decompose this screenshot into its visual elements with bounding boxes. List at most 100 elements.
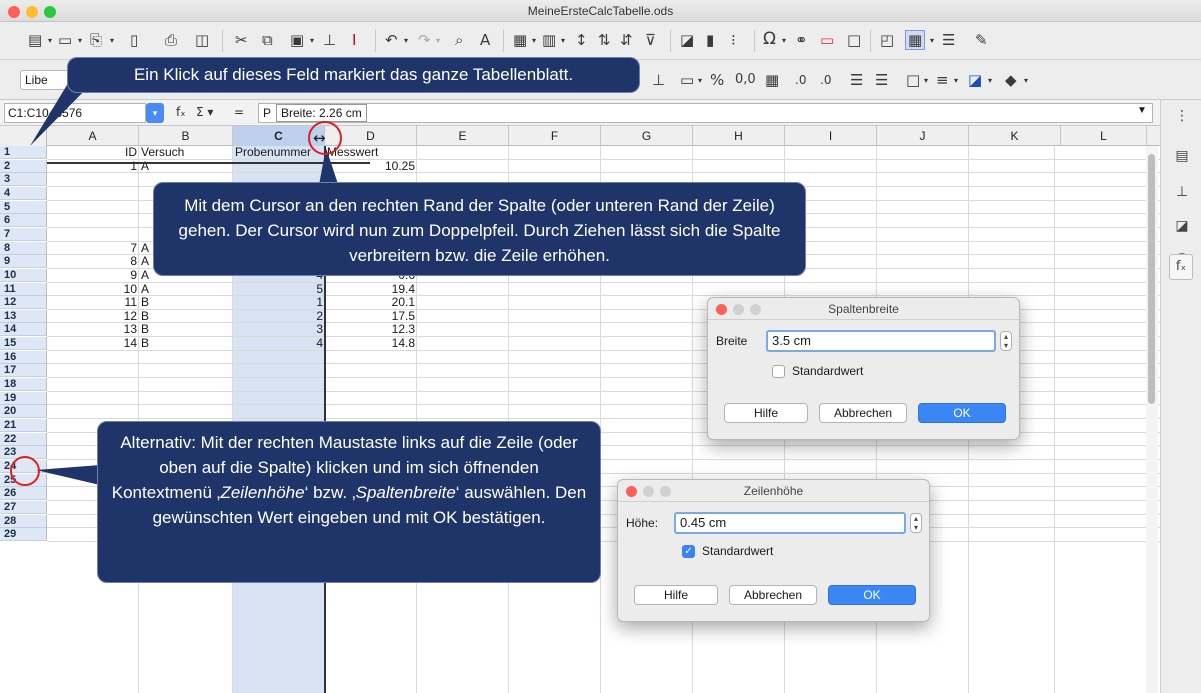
row-header[interactable]: 19 — [0, 391, 47, 405]
hyperlink-icon[interactable]: ⚭ — [795, 32, 808, 48]
sort-descending-icon[interactable]: ⇵ — [620, 32, 633, 48]
table-cell[interactable]: 2 — [233, 310, 325, 323]
template-icon[interactable]: ▭ — [58, 32, 72, 48]
pivot-table-icon[interactable]: ⁝ — [731, 32, 736, 48]
new-document-icon[interactable]: ▤ — [28, 32, 42, 48]
row-header[interactable]: 21 — [0, 419, 47, 432]
functions-icon[interactable]: fₓ — [1169, 254, 1193, 280]
height-spin-button[interactable]: ▴ ▾ — [910, 513, 922, 533]
print-icon[interactable]: ⎙ — [165, 32, 177, 48]
function-wizard-icon[interactable]: fₓ — [176, 105, 186, 119]
chevron-down-icon[interactable]: ▾ — [310, 36, 314, 45]
redo-icon[interactable]: ↷ — [418, 32, 431, 48]
row-header[interactable]: 1 — [0, 146, 47, 159]
table-cell[interactable]: 7 — [47, 242, 139, 255]
ok-button[interactable]: OK — [918, 403, 1006, 423]
border-color-icon[interactable]: ◪ — [968, 72, 982, 88]
special-character-icon[interactable]: Ω — [763, 31, 776, 48]
dialog-close-button[interactable] — [626, 486, 637, 497]
styles-icon[interactable]: ⊥ — [1173, 184, 1191, 200]
row-header[interactable]: 27 — [0, 500, 47, 514]
table-cell[interactable]: 10 — [47, 283, 139, 296]
table-cell[interactable]: 13 — [47, 323, 139, 336]
properties-icon[interactable]: ▤ — [1173, 148, 1191, 164]
freeze-rows-columns-icon[interactable]: ▦ — [905, 30, 926, 50]
column-header-k[interactable]: K — [969, 126, 1061, 146]
chevron-down-icon[interactable]: ▾ — [924, 76, 928, 85]
table-cell[interactable]: 14 — [47, 337, 139, 350]
standard-value-checkbox[interactable]: ✓ — [682, 545, 695, 558]
column-header-g[interactable]: G — [601, 126, 693, 146]
width-spin-button[interactable]: ▴ ▾ — [1000, 331, 1012, 351]
chevron-down-icon[interactable]: ▾ — [48, 36, 52, 45]
cut-icon[interactable]: ✂ — [235, 32, 248, 48]
column-icon[interactable]: ▥ — [542, 32, 556, 48]
table-cell[interactable]: B — [139, 310, 233, 323]
headers-footers-icon[interactable]: □ — [847, 32, 861, 48]
select-all-corner[interactable] — [0, 126, 47, 146]
table-cell[interactable]: 11 — [47, 296, 139, 309]
chevron-down-icon[interactable]: ▾ — [436, 36, 440, 45]
row-header[interactable]: 18 — [0, 378, 47, 392]
row-header[interactable]: 4 — [0, 186, 47, 200]
dialog-close-button[interactable] — [716, 304, 727, 315]
increase-indent-icon[interactable]: ☰ — [850, 72, 863, 88]
spelling-icon[interactable]: A — [480, 32, 490, 48]
find-replace-icon[interactable]: ⌕ — [455, 32, 463, 48]
table-cell[interactable]: 8 — [47, 255, 139, 268]
row-header[interactable]: 16 — [0, 350, 47, 364]
chevron-down-icon[interactable]: ▾ — [954, 76, 958, 85]
expand-formula-bar-icon[interactable]: ▼ — [1137, 105, 1147, 116]
column-header-a[interactable]: A — [47, 126, 139, 146]
cell-header-messwert[interactable]: Messwert — [325, 146, 417, 159]
background-color-icon[interactable]: ◆ — [1005, 72, 1017, 88]
chevron-down-icon[interactable]: ▾ — [404, 36, 408, 45]
copy-icon[interactable]: ⧉ — [262, 32, 273, 48]
chevron-down-icon[interactable]: ▾ — [930, 36, 934, 45]
paste-icon[interactable]: ▣ — [290, 32, 304, 48]
print-preview-icon[interactable]: ◫ — [195, 32, 209, 48]
row-header[interactable]: 11 — [0, 282, 47, 296]
help-button[interactable]: Hilfe — [634, 585, 718, 605]
row-header[interactable]: 9 — [0, 255, 47, 269]
row-header[interactable]: 2 — [0, 159, 47, 173]
table-cell[interactable]: 19.4 — [325, 283, 417, 296]
column-header-f[interactable]: F — [509, 126, 601, 146]
formula-icon[interactable]: = — [234, 105, 244, 119]
align-bottom-icon[interactable]: ⊥ — [652, 72, 665, 88]
row-header[interactable]: 10 — [0, 268, 47, 282]
chevron-down-icon[interactable]: ▾ — [988, 76, 992, 85]
autofilter-icon[interactable]: ⊽ — [645, 32, 656, 48]
chevron-down-icon[interactable]: ▾ — [561, 36, 565, 45]
formula-input[interactable]: P — [258, 103, 1153, 123]
column-header-l[interactable]: L — [1061, 126, 1147, 146]
row-header[interactable]: 6 — [0, 214, 47, 228]
table-cell[interactable]: 20.1 — [325, 296, 417, 309]
vertical-scrollbar[interactable] — [1146, 146, 1158, 693]
chart-icon[interactable]: ▮ — [706, 32, 714, 48]
sum-icon[interactable]: Σ ▾ — [196, 105, 213, 119]
column-header-j[interactable]: J — [877, 126, 969, 146]
table-cell[interactable]: B — [139, 296, 233, 309]
width-input[interactable]: 3.5 cm — [766, 330, 996, 352]
chevron-down-icon[interactable]: ▾ — [532, 36, 536, 45]
clone-formatting-icon[interactable]: ⊥ — [323, 32, 336, 48]
row-header[interactable]: 3 — [0, 173, 47, 187]
row-header[interactable]: 17 — [0, 364, 47, 378]
row-header[interactable]: 28 — [0, 514, 47, 528]
table-cell[interactable]: 4 — [233, 337, 325, 350]
sort-ascending-icon[interactable]: ⇅ — [598, 32, 611, 48]
percent-icon[interactable]: % — [710, 72, 724, 88]
table-cell[interactable]: 17.5 — [325, 310, 417, 323]
chevron-down-icon[interactable]: ▾ — [78, 36, 82, 45]
undo-icon[interactable]: ↶ — [385, 32, 398, 48]
row-header[interactable]: 8 — [0, 241, 47, 255]
chevron-down-icon[interactable]: ▾ — [1024, 76, 1028, 85]
table-cell[interactable]: 9 — [47, 269, 139, 282]
image-icon[interactable]: ◪ — [680, 32, 694, 48]
table-cell[interactable]: A — [139, 283, 233, 296]
height-input[interactable]: 0.45 cm — [674, 512, 906, 534]
date-format-icon[interactable]: ▦ — [765, 72, 779, 88]
save-icon[interactable]: ⎘ — [90, 32, 102, 48]
row-header[interactable]: 29 — [0, 528, 47, 542]
